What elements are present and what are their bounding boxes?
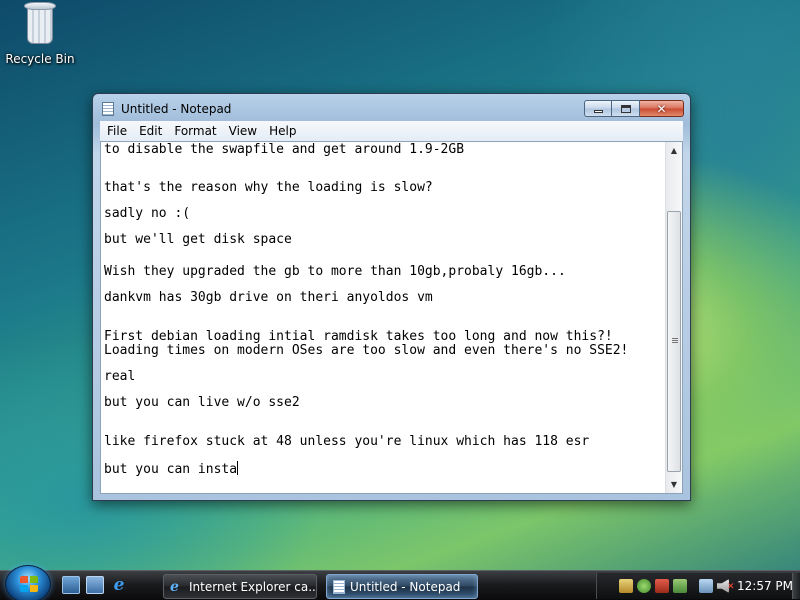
text-line: but you can live w/o sse2 [104, 395, 300, 410]
show-desktop-icon[interactable] [62, 576, 80, 594]
text-line: real [104, 369, 136, 384]
menu-format[interactable]: Format [168, 124, 222, 138]
window-title: Untitled - Notepad [121, 102, 232, 116]
taskbar-button-label: Untitled - Notepad [350, 579, 461, 594]
menu-file[interactable]: File [100, 124, 133, 138]
title-bar[interactable]: Untitled - Notepad ✕ [93, 94, 690, 122]
text-line: Wish they upgraded the gb to more than 1… [104, 264, 566, 279]
text-line: Loading times on modern OSes are too slo… [104, 343, 629, 358]
system-tray: ✕ 12:57 PM [596, 573, 800, 599]
desktop-icon-recycle-bin[interactable]: Recycle Bin [4, 2, 76, 66]
text-line: that's the reason why the loading is slo… [104, 180, 433, 195]
menu-edit[interactable]: Edit [133, 124, 168, 138]
scroll-up-button[interactable]: ▲ [666, 142, 682, 159]
maximize-button[interactable] [612, 100, 640, 117]
taskbar-button-label: Internet Explorer ca... [189, 579, 316, 594]
text-line: sadly no :( [104, 206, 191, 221]
text-line: First debian loading intial ramdisk take… [104, 329, 613, 344]
menu-bar: File Edit Format View Help [100, 121, 683, 141]
close-button[interactable]: ✕ [640, 100, 684, 117]
scroll-thumb[interactable] [667, 211, 681, 472]
chevron-up-icon: ▲ [670, 146, 678, 155]
taskbar-button-notepad[interactable]: Untitled - Notepad [326, 574, 478, 599]
menu-view[interactable]: View [223, 124, 263, 138]
vertical-scrollbar[interactable]: ▲ ▼ [665, 142, 682, 493]
close-icon: ✕ [656, 101, 667, 116]
minimize-icon [593, 110, 603, 113]
scroll-down-button[interactable]: ▼ [666, 476, 682, 493]
notepad-icon [102, 102, 114, 116]
taskbar: e e Internet Explorer ca... Untitled - N… [0, 565, 800, 600]
recycle-bin-icon [22, 2, 58, 46]
tray-app-icon[interactable] [619, 579, 633, 593]
text-caret [237, 461, 239, 475]
text-line: but we'll get disk space [104, 232, 292, 247]
maximize-icon [620, 104, 631, 113]
tray-security-icon[interactable] [637, 579, 651, 593]
text-area[interactable]: to disable the swapfile and get around 1… [104, 142, 667, 493]
notepad-icon [333, 579, 345, 594]
taskbar-button-internet-explorer[interactable]: e Internet Explorer ca... [163, 574, 317, 599]
caption-buttons: ✕ [584, 100, 684, 118]
internet-explorer-icon[interactable]: e [110, 575, 128, 595]
desktop-icon-label: Recycle Bin [5, 52, 75, 66]
network-icon[interactable] [699, 579, 713, 593]
text-line: to disable the swapfile and get around 1… [104, 142, 465, 157]
switch-windows-icon[interactable] [86, 576, 104, 594]
internet-explorer-icon: e [170, 578, 179, 595]
text-line-current: but you can insta [104, 461, 239, 477]
text-editor[interactable]: to disable the swapfile and get around 1… [100, 141, 683, 494]
chevron-down-icon: ▼ [670, 480, 678, 489]
minimize-button[interactable] [584, 100, 612, 117]
show-desktop-button[interactable] [792, 573, 800, 599]
grip-icon [672, 338, 678, 339]
windows-orb-icon [20, 576, 38, 592]
text-line-content: but you can insta [104, 462, 238, 477]
text-line: like firefox stuck at 48 unless you're l… [104, 434, 590, 449]
notepad-window: Untitled - Notepad ✕ File Edit Format Vi… [92, 93, 691, 501]
menu-help[interactable]: Help [263, 124, 302, 138]
clock[interactable]: 12:57 PM [737, 579, 793, 593]
tray-alert-icon[interactable] [655, 579, 669, 593]
mute-indicator-icon: ✕ [727, 582, 735, 592]
quick-launch: e [62, 575, 128, 595]
text-line: dankvm has 30gb drive on theri anyoldos … [104, 290, 433, 305]
tray-update-icon[interactable] [673, 579, 687, 593]
start-button[interactable] [5, 565, 51, 600]
